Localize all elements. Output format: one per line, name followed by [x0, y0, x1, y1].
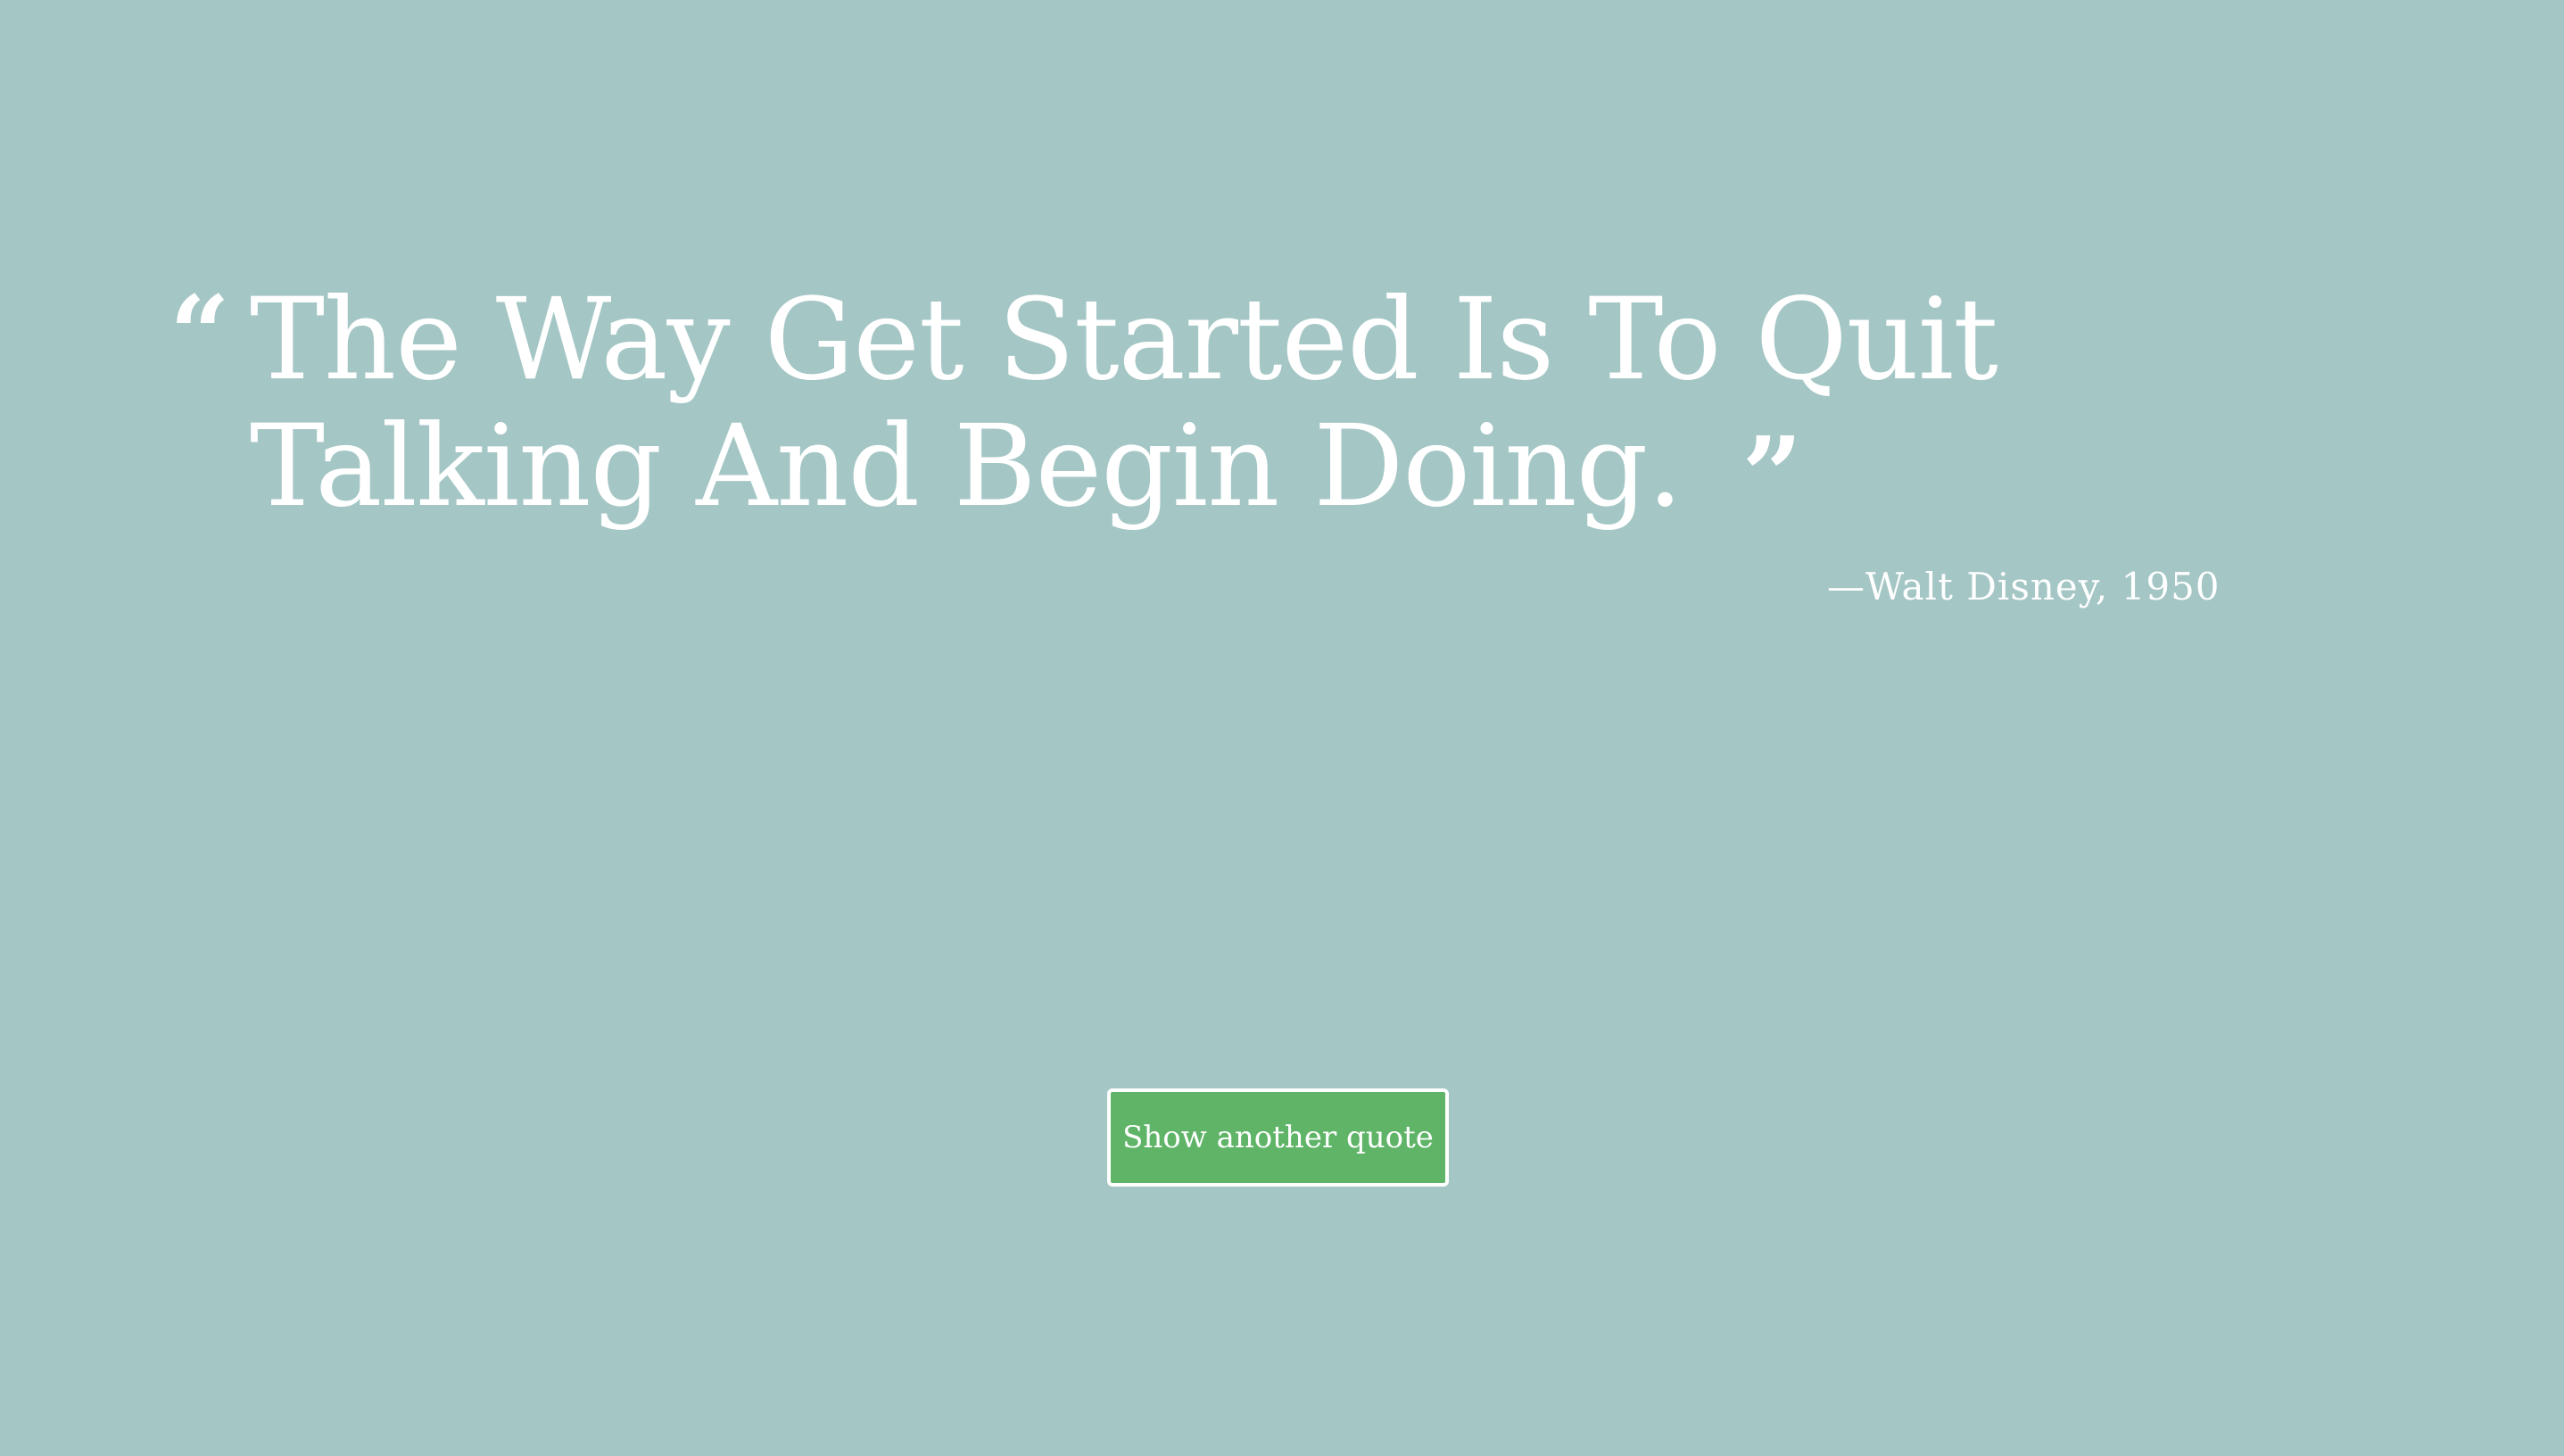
quote-text: The Way Get Started Is To Quit Talking A…: [250, 274, 1998, 532]
quote-page: { "quote": { "text": "The Way Get Starte…: [0, 0, 2564, 1456]
close-quote-icon: ”: [1741, 413, 1802, 537]
show-another-quote-button[interactable]: Show another quote: [1107, 1088, 1449, 1187]
open-quote-icon: “: [170, 272, 230, 396]
quote-text-block: “ The Way Get Started Is To Quit Talking…: [170, 277, 2328, 530]
quote-author: —Walt Disney, 1950: [1827, 565, 2221, 608]
quote-block: “ The Way Get Started Is To Quit Talking…: [170, 277, 2328, 530]
